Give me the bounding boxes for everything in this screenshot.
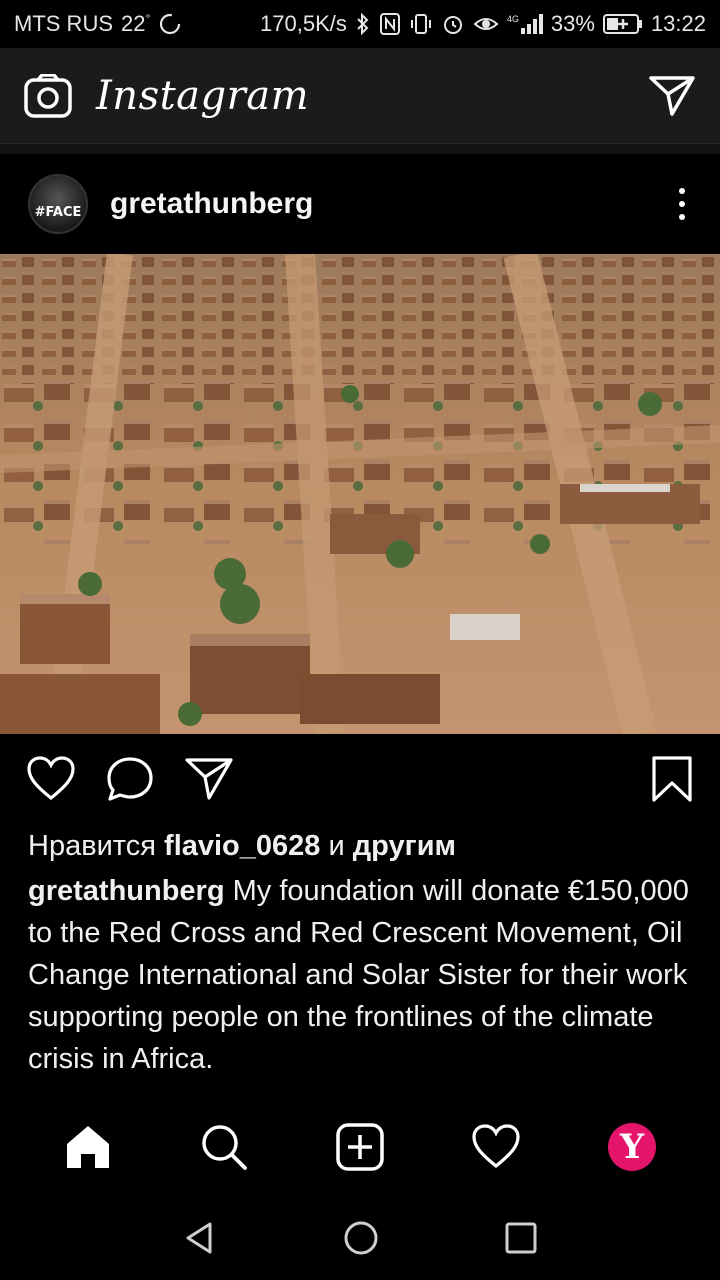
more-dot: [679, 201, 685, 207]
likes-line: Нравится flavio_0628 и другим: [28, 826, 698, 866]
activity-icon[interactable]: [466, 1117, 526, 1177]
network-speed: 170,5K/s: [260, 11, 347, 36]
avatar-tag: #FACE: [34, 204, 82, 220]
post-username[interactable]: gretathunberg: [110, 187, 313, 221]
more-dot: [679, 214, 685, 220]
search-icon[interactable]: [194, 1117, 254, 1177]
likes-user[interactable]: flavio_0628: [164, 830, 320, 862]
vibrate-icon: [409, 12, 433, 36]
carrier-name: MTS RUS: [14, 11, 113, 36]
signal-icon: 4G: [507, 12, 543, 36]
sync-icon: [158, 12, 182, 36]
app-header: Instagram: [0, 48, 720, 144]
post-caption: gretathunberg My foundation will donate …: [28, 870, 698, 1080]
bottom-nav: Y: [0, 1098, 720, 1196]
camera-icon[interactable]: [24, 73, 72, 118]
battery-percent: 33%: [550, 11, 595, 36]
post-header: #FACE gretathunberg: [0, 154, 720, 254]
alarm-icon: [441, 12, 465, 36]
bluetooth-icon: [355, 12, 371, 36]
post-actions: [0, 734, 720, 824]
temperature: 22°: [121, 11, 150, 37]
profile-avatar: Y: [608, 1123, 656, 1171]
recents-icon[interactable]: [504, 1221, 538, 1255]
svg-text:4G: 4G: [507, 14, 519, 24]
home-button-icon[interactable]: [342, 1219, 380, 1257]
share-icon[interactable]: [184, 756, 234, 802]
likes-middle: и: [320, 830, 353, 862]
status-left: MTS RUS 22°: [14, 11, 182, 37]
likes-prefix: Нравится: [28, 830, 165, 862]
nfc-icon: [379, 12, 401, 36]
more-options-icon[interactable]: [672, 184, 692, 224]
likes-others[interactable]: другим: [353, 830, 456, 862]
new-post-icon[interactable]: [330, 1117, 390, 1177]
header-actions: [648, 74, 696, 118]
comment-icon[interactable]: [106, 756, 154, 802]
status-bar: MTS RUS 22° 170,5K/s 4G 33% 13:22: [0, 0, 720, 48]
battery-icon: [602, 12, 643, 36]
home-icon[interactable]: [58, 1117, 118, 1177]
more-dot: [679, 188, 685, 194]
clock: 13:22: [650, 11, 706, 36]
direct-message-icon[interactable]: [648, 74, 696, 118]
profile-tab[interactable]: Y: [602, 1117, 662, 1177]
status-right: 170,5K/s 4G 33% 13:22: [260, 11, 706, 37]
like-icon[interactable]: [26, 756, 76, 802]
header-separator: [0, 144, 720, 154]
system-nav: [0, 1196, 720, 1280]
temperature-value: 22: [121, 11, 146, 36]
bookmark-icon[interactable]: [650, 755, 694, 803]
post-image[interactable]: [0, 254, 720, 734]
avatar[interactable]: #FACE: [28, 174, 88, 234]
eye-comfort-icon: [473, 12, 499, 36]
app-title: Instagram: [96, 72, 310, 119]
flood-photo: [0, 254, 720, 734]
temperature-unit: °: [145, 11, 151, 26]
caption-username[interactable]: gretathunberg: [28, 875, 225, 907]
back-icon[interactable]: [182, 1220, 218, 1256]
